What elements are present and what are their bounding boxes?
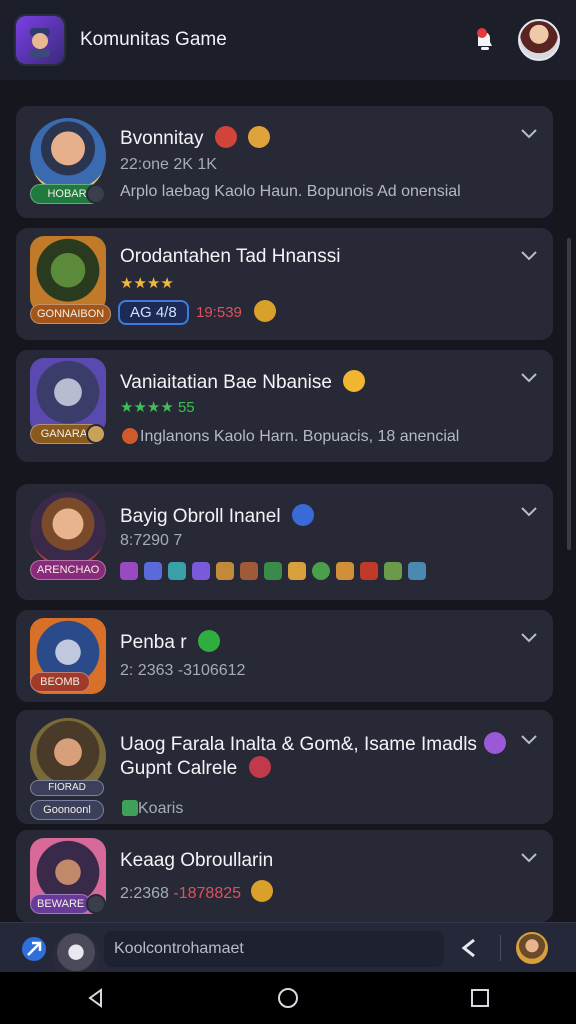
chevron-down-icon[interactable] [519,370,539,384]
post-title-text: Vaniaitatian Bae Nbanise [120,372,332,393]
level-badge: GONNAIBON [30,304,112,324]
chevron-down-icon[interactable] [519,850,539,864]
post-description: Arplo laebag Kaolo Haun. Bopunois Ad one… [120,183,461,200]
post-meta-text: 2:2368 [120,885,169,902]
post-title: Uaog Farala Inalta & Gom&, Isame Imadls [120,732,507,756]
post-card[interactable]: GANARAL Vaniaitatian Bae Nbanise ★★★★ 55… [16,350,553,462]
chevron-down-icon[interactable] [519,248,539,262]
post-meta: 8:7290 7 [120,532,183,549]
item-icon [192,562,210,580]
post-description: Inglanons Kaolo Harn. Bopuacis, 18 anenc… [140,428,460,445]
chevron-down-icon[interactable] [519,504,539,518]
fire-emoji-icon [214,126,237,148]
sword-emoji-icon [291,504,314,526]
chevron-down-icon[interactable] [519,630,539,644]
system-navigation-bar [0,972,576,1024]
post-title: Penba r [120,630,220,654]
item-icon [384,562,402,580]
check-badge-icon [197,630,220,652]
gem-emoji-icon [484,732,507,754]
level-badge: FIORAD [30,780,104,796]
item-icon [312,562,330,580]
level-badge: BEWARE [30,894,92,914]
item-icon [120,562,138,580]
item-icon [144,562,162,580]
smile-emoji-icon [254,300,276,322]
player-avatar [30,358,106,434]
item-icon [216,562,234,580]
post-title: Bvonnitay [120,126,271,150]
tag-chip[interactable]: AG 4/8 [118,300,189,325]
item-icon [264,562,282,580]
item-icon [336,562,354,580]
post-title-text: Gupnt Calrele [120,758,238,779]
post-card[interactable]: HOBAR Bvonnitay 22:one 2K 1K Arplo laeba… [16,106,553,218]
guild-badge: Goonoonl [30,800,104,820]
post-meta: 22:one 2K 1K [120,156,217,173]
post-count: 19:539 [196,304,242,321]
post-meta: 2:2368 -1878825 [120,880,274,903]
post-title-text: Uaog Farala Inalta & Gom&, Isame Imadls [120,734,477,755]
post-card[interactable]: GONNAIBON Orodantahen Tad Hnanssi ★★★★ A… [16,228,553,340]
flame-icon [122,428,138,444]
rank-icon [86,894,106,914]
scrollbar[interactable] [567,238,571,550]
user-avatar[interactable] [518,19,560,61]
chevron-down-icon[interactable] [519,126,539,140]
star-rating: ★★★★ [120,275,174,292]
game-logo-icon[interactable] [16,16,64,64]
player-avatar [30,236,106,312]
post-card[interactable]: ARENCHAO Bayig Obroll Inanel 8:7290 7 [16,484,553,600]
post-meta: Koaris [138,800,184,817]
item-icon [360,562,378,580]
item-icons [120,562,426,580]
post-card[interactable]: BEWARE Keaag Obroullarin 2:2368 -1878825 [16,830,553,922]
star-rating: ★★★★ 55 [120,399,195,416]
post-title: Vaniaitatian Bae Nbanise [120,370,366,394]
player-avatar [30,492,106,568]
soldier-icon [30,28,50,57]
smile-emoji-icon [248,126,271,148]
post-title: Keaag Obroullarin [120,850,274,871]
post-count: -1878825 [173,885,242,902]
post-title: Bayig Obroll Inanel [120,504,314,528]
page-title: Komunitas Game [80,29,227,50]
post-title-text: Bvonnitay [120,128,204,149]
level-badge: BEOMB [30,672,90,692]
message-input[interactable]: Koolcontrohamaet [104,931,444,967]
notification-button[interactable] [466,22,502,58]
post-title-text: Bayig Obroll Inanel [120,506,281,527]
post-title-line2: Gupnt Calrele [120,756,271,780]
smile-emoji-icon [251,880,274,902]
sticker-avatar-icon[interactable] [516,932,548,964]
post-card[interactable]: FIORAD Goonoonl Uaog Farala Inalta & Gom… [16,710,553,824]
post-meta: 2: 2363 -3106612 [120,662,246,679]
rank-icon [86,424,106,444]
chevron-down-icon[interactable] [519,732,539,746]
post-title: Orodantahen Tad Hnanssi [120,246,341,267]
app-header: Komunitas Game [0,0,576,80]
item-icon [288,562,306,580]
rank-icon [86,184,106,204]
pencil-icon [122,800,138,816]
post-card[interactable]: BEOMB Penba r 2: 2363 -3106612 [16,610,553,702]
chevron-left-icon[interactable] [458,936,482,960]
item-icon [168,562,186,580]
recent-square-icon[interactable] [469,987,491,1009]
divider [500,935,501,961]
message-composer: Koolcontrohamaet [0,922,576,981]
post-title-text: Penba r [120,632,187,653]
item-icon [240,562,258,580]
notification-dot [477,28,487,38]
player-avatar [30,118,106,194]
smile-emoji-icon [343,370,366,392]
back-triangle-icon[interactable] [85,987,107,1009]
level-badge: ARENCHAO [30,560,107,580]
heart-emoji-icon [248,756,271,778]
send-icon[interactable] [20,935,48,963]
item-icon [408,562,426,580]
home-circle-icon[interactable] [276,986,300,1010]
